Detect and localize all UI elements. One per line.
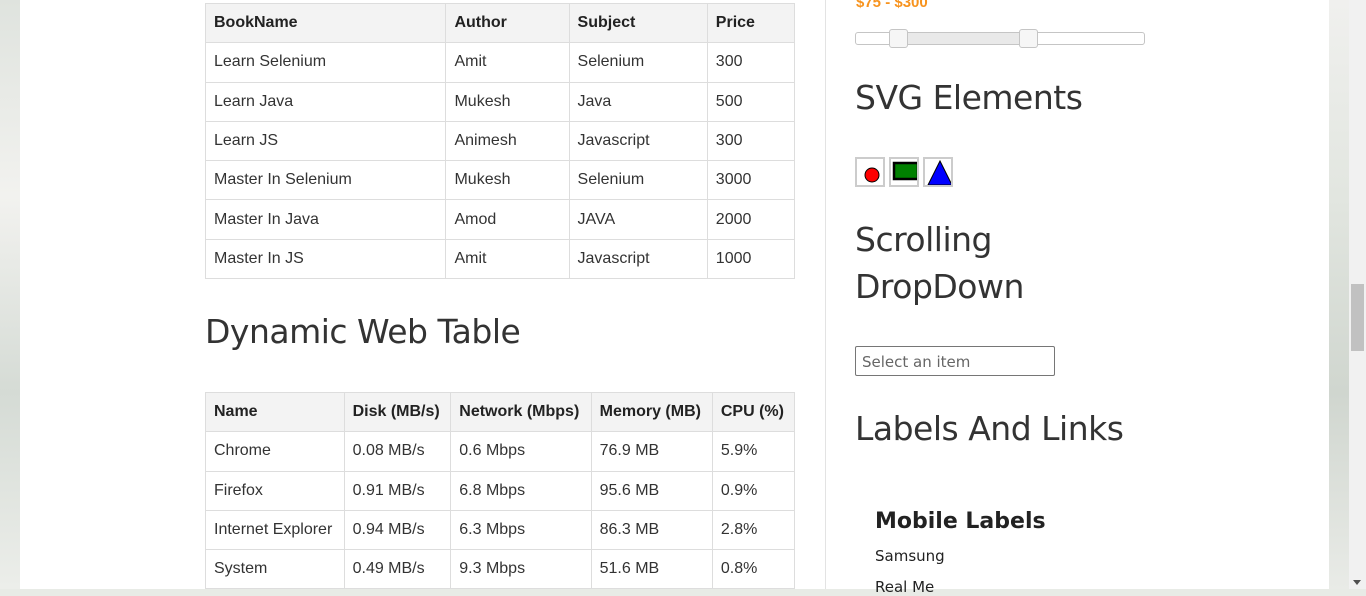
column-header: Subject bbox=[568, 2, 708, 44]
table-cell: 0.8% bbox=[711, 549, 796, 590]
table-row: Master In Java Amod JAVA 2000 bbox=[204, 199, 796, 240]
scrollbar-thumb[interactable] bbox=[1351, 284, 1364, 351]
scrolling-dropdown-title-line2: DropDown bbox=[855, 267, 1024, 306]
table-cell: 0.6 Mbps bbox=[450, 431, 592, 472]
table-cell: 2.8% bbox=[711, 509, 796, 551]
table-cell: 0.49 MB/s bbox=[343, 549, 452, 590]
table-cell: 5.9% bbox=[711, 431, 796, 472]
table-cell: Master In JS bbox=[204, 238, 447, 280]
table-cell: Java bbox=[568, 81, 708, 122]
dynamic-web-table: Name Disk (MB/s) Network (Mbps) Memory (MB)… bbox=[205, 391, 796, 590]
background-image-left bbox=[0, 0, 20, 589]
mobile-labels-title: Mobile Labels bbox=[875, 509, 1046, 534]
books-table: BookName Author Subject Price Learn Selenium… bbox=[204, 2, 796, 280]
table-row: System 0.49 MB/s 9.3 Mbps 51.6 MB 0.8% bbox=[205, 549, 796, 590]
table-row: Firefox 0.91 MB/s 6.8 Mbps 95.6 MB 0.9% bbox=[205, 470, 796, 511]
table-cell: Animesh bbox=[445, 120, 570, 162]
table-row: Chrome 0.08 MB/s 0.6 Mbps 76.9 MB 5.9% bbox=[205, 431, 796, 472]
column-header: Name bbox=[205, 391, 345, 433]
table-cell: 300 bbox=[706, 42, 796, 83]
mobile-label-samsung: Samsung bbox=[875, 547, 945, 565]
table-cell: Internet Explorer bbox=[205, 509, 345, 551]
svg-rectangle[interactable] bbox=[889, 157, 920, 187]
table-cell: 2000 bbox=[706, 199, 796, 240]
price-range-label: $75 - $300 bbox=[856, 0, 928, 11]
table-cell: Master In Java bbox=[204, 199, 447, 240]
column-header: Price bbox=[706, 2, 796, 44]
table-cell: 0.9% bbox=[711, 470, 796, 511]
column-header: Author bbox=[445, 2, 570, 44]
table-cell: 0.94 MB/s bbox=[343, 509, 452, 551]
slider-max-handle[interactable] bbox=[1019, 29, 1038, 48]
vertical-scrollbar[interactable] bbox=[1349, 0, 1366, 589]
slider-range-fill bbox=[899, 33, 1029, 44]
scroll-down-arrow-icon[interactable] bbox=[1353, 580, 1361, 585]
table-cell: 6.3 Mbps bbox=[450, 509, 592, 551]
table-cell: Firefox bbox=[205, 470, 345, 511]
table-row: Master In Selenium Mukesh Selenium 3000 bbox=[204, 160, 796, 201]
table-cell: JAVA bbox=[568, 199, 708, 240]
table-cell: Javascript bbox=[568, 120, 708, 162]
column-header: CPU (%) bbox=[711, 391, 796, 433]
table-cell: Amod bbox=[445, 199, 570, 240]
table-cell: Chrome bbox=[205, 431, 345, 472]
table-cell: Amit bbox=[445, 42, 570, 83]
background-image-right bbox=[1329, 0, 1349, 589]
table-cell: Master In Selenium bbox=[204, 160, 447, 201]
column-header: Disk (MB/s) bbox=[343, 391, 452, 433]
table-cell: 3000 bbox=[706, 160, 796, 201]
table-cell: Javascript bbox=[568, 238, 708, 280]
table-cell: 86.3 MB bbox=[590, 509, 713, 551]
svg-triangle[interactable] bbox=[923, 157, 953, 187]
table-row: Learn JS Animesh Javascript 300 bbox=[204, 120, 796, 162]
table-cell: 76.9 MB bbox=[590, 431, 713, 472]
table-cell: 300 bbox=[706, 120, 796, 162]
table-row: Internet Explorer 0.94 MB/s 6.3 Mbps 86.3 M… bbox=[205, 509, 796, 551]
column-header: Memory (MB) bbox=[590, 391, 713, 433]
scrolling-dropdown-title-line1: Scrolling bbox=[855, 220, 993, 259]
column-divider bbox=[825, 0, 826, 589]
table-cell: 500 bbox=[706, 81, 796, 122]
table-cell: Learn Selenium bbox=[204, 42, 447, 83]
table-cell: 1000 bbox=[706, 238, 796, 280]
slider-min-handle[interactable] bbox=[889, 29, 908, 48]
table-row: Learn Java Mukesh Java 500 bbox=[204, 81, 796, 122]
mobile-label-realme: Real Me bbox=[875, 578, 935, 596]
table-cell: Learn Java bbox=[204, 81, 447, 122]
table-cell: System bbox=[205, 549, 345, 590]
table-row: Master In JS Amit Javascript 1000 bbox=[204, 238, 796, 280]
price-range-slider[interactable] bbox=[855, 29, 1145, 48]
svg-circle[interactable] bbox=[855, 157, 885, 187]
table-cell: Mukesh bbox=[445, 160, 570, 201]
table-cell: Selenium bbox=[568, 160, 708, 201]
table-cell: Selenium bbox=[568, 42, 708, 83]
table-cell: 9.3 Mbps bbox=[450, 549, 592, 590]
column-header: BookName bbox=[204, 2, 447, 44]
labels-links-title: Labels And Links bbox=[855, 409, 1124, 448]
table-cell: 6.8 Mbps bbox=[450, 470, 592, 511]
table-row: Learn Selenium Amit Selenium 300 bbox=[204, 42, 796, 83]
table-cell: Amit bbox=[445, 238, 570, 280]
scrolling-dropdown-input[interactable]: Select an item bbox=[855, 346, 1055, 376]
column-header: Network (Mbps) bbox=[450, 391, 592, 433]
table-cell: 0.91 MB/s bbox=[343, 470, 452, 511]
table-cell: Learn JS bbox=[204, 120, 447, 162]
table-cell: Mukesh bbox=[445, 81, 570, 122]
table-cell: 95.6 MB bbox=[590, 470, 713, 511]
svg-elements-title: SVG Elements bbox=[855, 78, 1083, 117]
table-cell: 0.08 MB/s bbox=[343, 431, 452, 472]
table-cell: 51.6 MB bbox=[590, 549, 713, 590]
dynamic-table-title: Dynamic Web Table bbox=[205, 312, 521, 351]
